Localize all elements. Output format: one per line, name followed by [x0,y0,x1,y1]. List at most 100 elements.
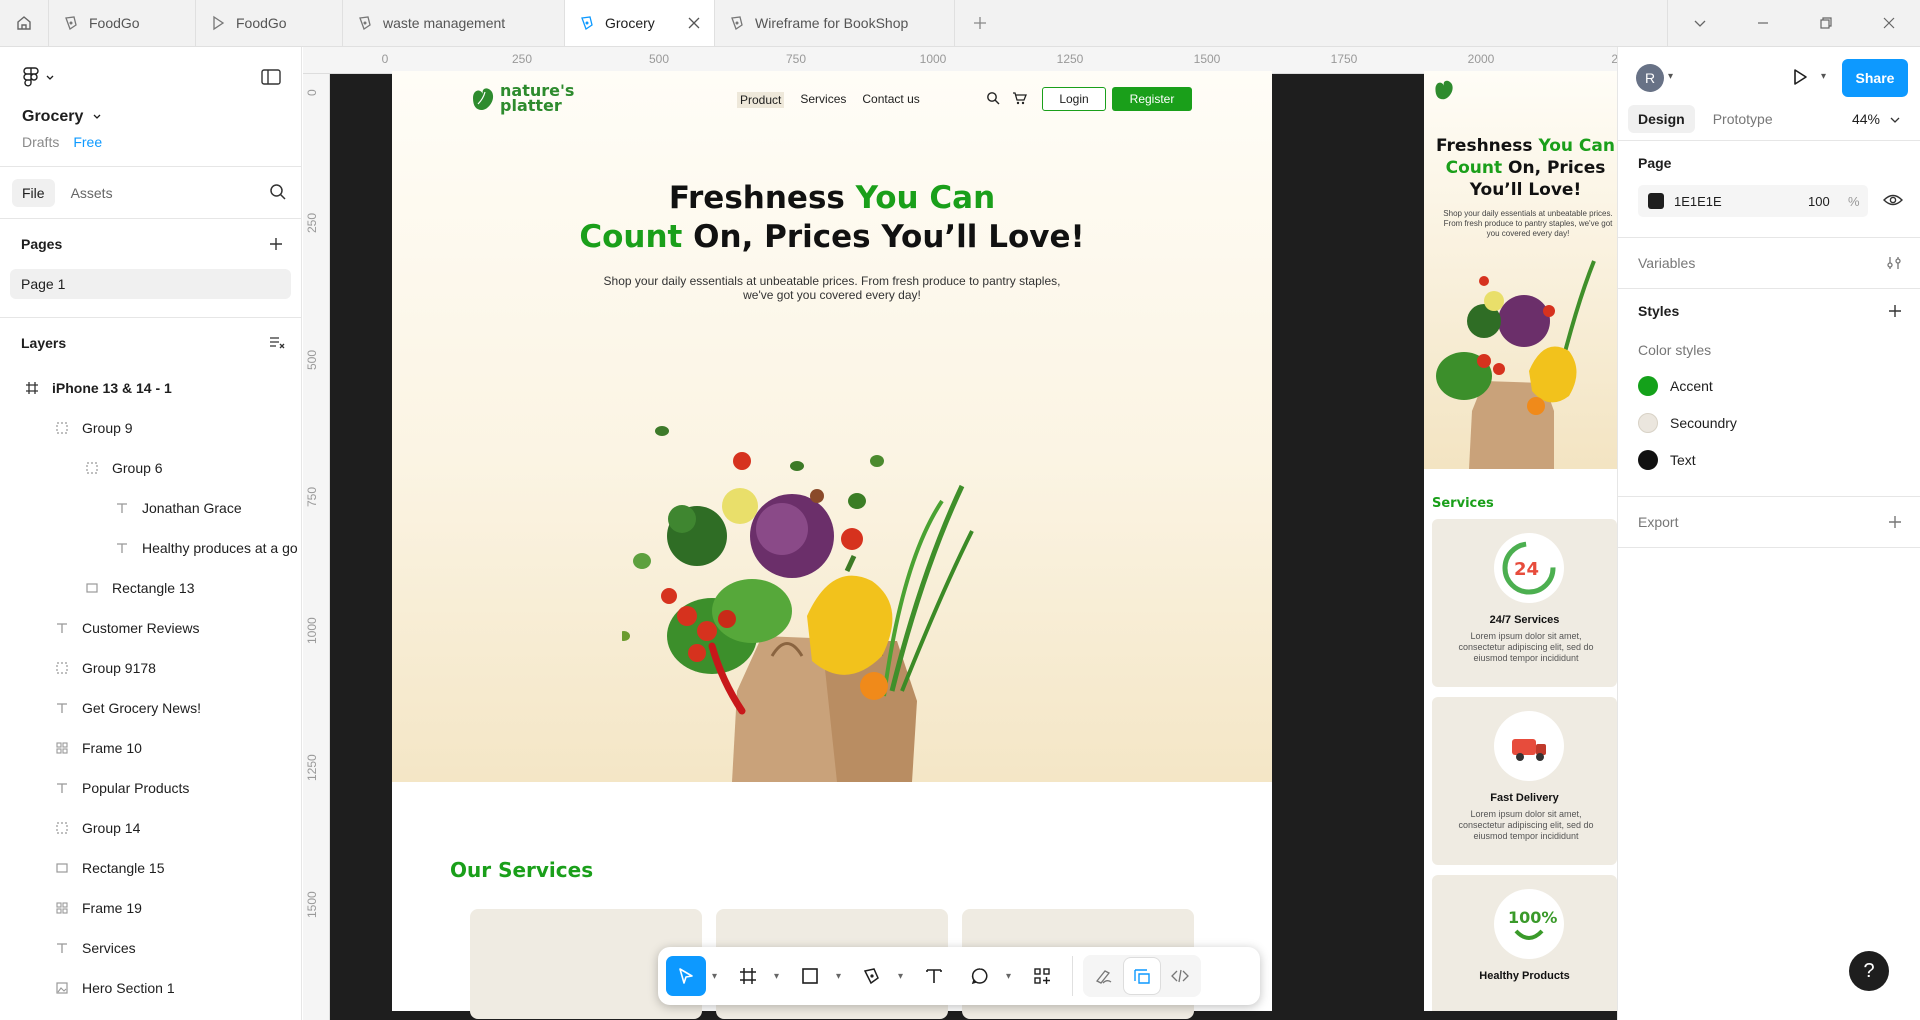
layer-item[interactable]: Group 6 [0,448,301,488]
register-button[interactable]: Register [1112,87,1192,111]
home-tab[interactable] [0,0,49,46]
tab-foodgo-1[interactable]: FoodGo [49,0,196,46]
tab-prototype[interactable]: Prototype [1703,105,1783,133]
color-style-item[interactable]: Secoundry [1638,404,1902,441]
close-window-button[interactable] [1857,0,1920,46]
dev-mode-button[interactable] [1162,958,1198,994]
layer-item[interactable]: Healthy produces at a go [0,528,301,568]
layer-item[interactable]: Customer Reviews [0,608,301,648]
toggle-sidebar-button[interactable] [261,69,281,90]
pen-tool-button[interactable] [852,956,892,996]
layer-item[interactable]: Frame 10 [0,728,301,768]
comment-tool-menu[interactable]: ▾ [1006,971,1016,982]
layer-item[interactable]: Popular Products [0,768,301,808]
drafts-link[interactable]: Drafts [22,134,59,150]
chevron-down-icon [93,114,101,119]
text-icon [114,500,130,516]
cart-icon[interactable] [1012,91,1027,105]
main-menu-button[interactable] [22,67,54,89]
draw-mode-button[interactable] [1086,958,1122,994]
layer-item[interactable]: Group 14 [0,808,301,848]
text-icon [114,540,130,556]
tab-file[interactable]: File [12,178,55,207]
zoom-dropdown[interactable]: 44% [1852,111,1900,127]
layer-item[interactable]: Rectangle 13 [0,568,301,608]
variables-icon[interactable] [1886,255,1902,271]
shape-tool-menu[interactable]: ▾ [836,971,846,982]
color-style-item[interactable]: Text [1638,441,1902,478]
layer-item[interactable]: Get Grocery News! [0,688,301,728]
chevron-down-icon [1694,20,1705,27]
avatar-menu[interactable]: ▾ [1668,71,1673,82]
layer-item[interactable]: Group 9 [0,408,301,448]
code-icon [1171,969,1189,983]
layer-item[interactable]: Hero Section 1 [0,968,301,1008]
shape-tool-button[interactable] [790,956,830,996]
layer-item[interactable]: Services [0,928,301,968]
file-name[interactable]: Grocery [22,108,101,126]
help-button[interactable]: ? [1849,951,1889,991]
nav-product[interactable]: Product [737,92,785,108]
tab-wireframe-bookshop[interactable]: Wireframe for BookShop [715,0,955,46]
pen-tool-menu[interactable]: ▾ [898,971,908,982]
tab-grocery[interactable]: Grocery [565,0,715,46]
tabs-dropdown-button[interactable] [1668,0,1731,46]
add-style-icon[interactable] [1888,304,1902,318]
100-percent-icon: 100% [1494,889,1564,959]
mobile-service-card[interactable]: Fast Delivery Lorem ipsum dolor sit amet… [1432,697,1617,865]
search-icon[interactable] [986,91,1000,105]
present-button[interactable] [1790,67,1810,92]
layer-item[interactable]: Frame 19 [0,888,301,928]
present-menu[interactable]: ▾ [1821,71,1826,82]
share-button[interactable]: Share [1842,59,1908,97]
login-button[interactable]: Login [1042,87,1106,111]
search-button[interactable] [269,183,287,206]
add-export-icon[interactable] [1888,515,1902,529]
tab-design[interactable]: Design [1628,104,1695,133]
page-item-page-1[interactable]: Page 1 [10,269,291,299]
tab-foodgo-2[interactable]: FoodGo [196,0,343,46]
add-page-icon[interactable] [269,237,283,251]
export-header[interactable]: Export [1638,514,1678,530]
mobile-hero: Freshness You Can Count On, Prices You’l… [1424,71,1617,469]
layer-item[interactable]: Jonathan Grace [0,488,301,528]
page-fill-opacity[interactable]: 100 [1808,194,1848,209]
mobile-service-card[interactable]: 24 24/7 Services Lorem ipsum dolor sit a… [1432,519,1617,687]
layer-label: Rectangle 15 [82,860,165,876]
minimize-button[interactable] [1731,0,1794,46]
layer-item[interactable]: iPhone 13 & 14 - 1 [0,368,301,408]
layer-item[interactable]: Group 9178 [0,648,301,688]
tab-assets[interactable]: Assets [61,179,123,207]
layer-label: Group 9178 [82,660,156,676]
desktop-frame[interactable]: nature's platter Product Services Contac… [392,71,1272,1019]
move-tool-menu[interactable]: ▾ [712,971,722,982]
frame-tool-button[interactable] [728,956,768,996]
layer-item[interactable]: Rectangle 15 [0,848,301,888]
close-icon[interactable] [688,17,700,29]
nav-contact[interactable]: Contact us [862,92,919,108]
variables-header[interactable]: Variables [1638,255,1695,271]
avatar[interactable]: R [1636,64,1664,92]
tab-waste-management[interactable]: waste management [343,0,565,46]
comment-tool-button[interactable] [960,956,1000,996]
new-tab-button[interactable] [955,0,1005,46]
plan-badge[interactable]: Free [73,134,102,150]
sidebar-icon [261,69,281,85]
color-style-item[interactable]: Accent [1638,367,1902,404]
mobile-frame[interactable]: Freshness You Can Count On, Prices You’l… [1424,71,1617,1011]
actions-button[interactable] [1022,956,1062,996]
nav-services[interactable]: Services [800,92,846,108]
page-fill-swatch[interactable] [1648,193,1664,209]
design-mode-button[interactable] [1124,958,1160,994]
eye-icon[interactable] [1883,192,1903,208]
canvas[interactable]: 02505007501000125015001750200022 0250500… [303,47,1617,1020]
text-tool-button[interactable] [914,956,954,996]
page-fill-row[interactable]: 1E1E1E 100 % [1638,185,1903,217]
page-fill-hex[interactable]: 1E1E1E [1674,194,1808,209]
file-location: Drafts Free [22,134,102,150]
restore-button[interactable] [1794,0,1857,46]
move-tool-button[interactable] [666,956,706,996]
frame-tool-menu[interactable]: ▾ [774,971,784,982]
collapse-layers-icon[interactable] [269,336,285,350]
mobile-service-card[interactable]: 100% Healthy Products [1432,875,1617,1011]
